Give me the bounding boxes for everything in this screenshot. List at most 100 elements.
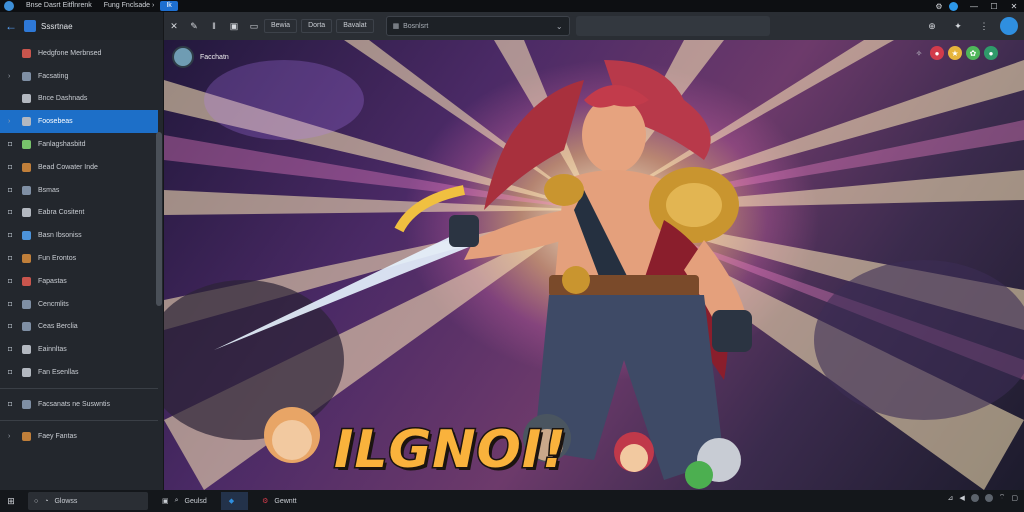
search-placeholder: Bosnlsrt xyxy=(403,22,429,30)
sidebar-item-label: Fan Esenllas xyxy=(38,369,79,377)
start-icon[interactable]: ⊞ xyxy=(0,490,22,512)
sidebar-item[interactable]: ◘ Ceas Berclia xyxy=(0,316,158,339)
notification-dot[interactable] xyxy=(970,493,979,502)
taskbar-item-2[interactable]: ◆ xyxy=(220,492,249,510)
volume-icon[interactable]: ◀ xyxy=(959,494,964,502)
close-icon[interactable]: ✕ xyxy=(1004,0,1024,12)
sidebar-item-label: Facsanats ne Suswntis xyxy=(38,400,110,408)
sidebar-item[interactable]: Hedgfone Merbnsed xyxy=(0,42,158,65)
sidebar-item[interactable]: ◘ Fan Esenllas xyxy=(0,361,158,384)
share-icon[interactable]: ⊕ xyxy=(922,16,942,36)
shield-icon: ◘ xyxy=(8,141,13,149)
title-tab-3[interactable]: Ik xyxy=(160,1,178,11)
shield-icon: ◘ xyxy=(8,277,13,285)
sidebar-item[interactable]: ◘ Eainnltas xyxy=(0,338,158,361)
address-field[interactable] xyxy=(575,16,770,36)
extension-icon[interactable]: ✦ xyxy=(948,16,968,36)
search-dropdown[interactable]: ▦ Bosnlsrt ⌄ xyxy=(385,16,570,36)
sidebar-scrollbar[interactable] xyxy=(156,132,162,306)
record-icon[interactable]: ● xyxy=(930,46,944,60)
notification-icon[interactable] xyxy=(949,1,958,11)
leaf-icon[interactable]: ✿ xyxy=(966,46,980,60)
avatar[interactable] xyxy=(1000,17,1018,35)
image-icon[interactable]: ▣ xyxy=(224,16,244,36)
shield-icon: ◘ xyxy=(8,255,13,263)
shield-icon: ◘ xyxy=(8,300,13,308)
title-tab-2[interactable]: Fung Fnclsade › xyxy=(98,1,161,11)
search-icon: ○ xyxy=(34,497,39,505)
status-dot[interactable] xyxy=(984,493,993,502)
settings-icon[interactable]: ⚙ xyxy=(929,0,949,12)
maximize-icon[interactable]: ☐ xyxy=(984,0,1004,12)
sidebar-item-label: Eabra Cositent xyxy=(38,209,85,217)
sidebar-list: Hedgfone Merbnsed › Facsating Bnce Dashna… xyxy=(0,42,158,448)
image-icon xyxy=(22,254,31,264)
banner-image: Facchatn ✧ ● ★ ✿ ● ILGNOI! xyxy=(164,40,1024,490)
sidebar-item[interactable]: ◘ Fapastas xyxy=(0,270,158,293)
shield-icon: ◘ xyxy=(8,232,13,240)
search-icon: ⌕ xyxy=(174,497,179,504)
cortana-icon: ◔ xyxy=(44,497,49,505)
sidebar-item[interactable]: ◘ Facsanats ne Suswntis xyxy=(0,393,158,416)
chevron-down-icon: ⌄ xyxy=(555,21,563,31)
wand-icon[interactable]: ✧ xyxy=(912,46,926,60)
sidebar-item[interactable]: › Faey Fantas xyxy=(0,425,158,448)
taskbar-item-1[interactable]: ▣ ⌕ Geulsd xyxy=(154,492,215,510)
sidebar-item[interactable]: ◘ Cencmlits xyxy=(0,293,158,316)
sidebar-item[interactable]: ◘ Basn Ibsoniss xyxy=(0,224,158,247)
taskbar-item-3[interactable]: ⚙ Gewntt xyxy=(254,492,304,510)
sidebar-item[interactable]: Bnce Dashnads xyxy=(0,88,158,111)
title-tab-1[interactable]: Bnse Dasrt Eitflnrenk xyxy=(20,1,98,11)
creator-avatar[interactable] xyxy=(172,46,194,68)
sidebar-item-label: Cencmlits xyxy=(38,300,69,308)
system-tray: ⊿ ◀ ⌔ ▢ xyxy=(948,493,1018,502)
taskbar-search[interactable]: ○ ◔ Glowss xyxy=(28,492,148,510)
image-icon xyxy=(22,345,31,355)
shield-icon: ◘ xyxy=(8,400,13,408)
back-arrow-icon[interactable]: ← xyxy=(4,19,18,33)
toolbar-button-2[interactable]: Dorta xyxy=(301,19,333,33)
image-icon xyxy=(22,231,31,241)
shield-icon: ◘ xyxy=(8,163,13,171)
wifi-icon[interactable]: ⌔ xyxy=(999,493,1006,502)
creator-badge[interactable]: Facchatn xyxy=(172,46,229,68)
toolbar-button-3[interactable]: Bavalat xyxy=(336,19,374,33)
sidebar-item[interactable]: ◘ Bead Cowater Inde xyxy=(0,156,158,179)
sidebar-item-selected[interactable]: › Foosebeas xyxy=(0,110,158,134)
chat-icon[interactable]: ● xyxy=(984,46,998,60)
folder-icon xyxy=(22,48,31,58)
sidebar-item[interactable]: › Facsating xyxy=(0,65,158,88)
sidebar-item[interactable]: ◘ Bsmas xyxy=(0,179,158,202)
hero-character xyxy=(214,60,752,489)
sidebar-item[interactable]: ◘ Fun Erontos xyxy=(0,247,158,270)
image-icon xyxy=(22,322,31,332)
image-icon xyxy=(22,399,31,409)
chat-icon[interactable]: ▢ xyxy=(1011,494,1018,502)
taskbar: ⊞ ○ ◔ Glowss ▣ ⌕ Geulsd ◆ ⚙ Gewntt ⊿ ◀ ⌔ ▢ xyxy=(0,490,1024,512)
sidebar-item-label: Hedgfone Merbnsed xyxy=(38,49,102,57)
chevron-right-icon: › xyxy=(8,72,11,80)
image-icon xyxy=(22,368,31,378)
tools-icon[interactable]: ✕ xyxy=(164,16,184,36)
network-icon[interactable]: ⊿ xyxy=(948,494,954,502)
sidebar-divider xyxy=(0,419,158,421)
toolbar-button-1[interactable]: Bewia xyxy=(264,19,298,33)
menu-icon[interactable]: ⋮ xyxy=(974,16,994,36)
creator-name: Facchatn xyxy=(200,53,229,61)
sidebar: ← Sssrtnae Hedgfone Merbnsed › Facsating … xyxy=(0,12,164,490)
star-icon[interactable]: ★ xyxy=(948,46,962,60)
sidebar-item-label: Ceas Berclia xyxy=(38,323,78,331)
sidebar-item-label: Bead Cowater Inde xyxy=(38,163,98,171)
folder-icon xyxy=(22,431,31,441)
window-icon[interactable]: ▭ xyxy=(244,16,264,36)
brush-icon[interactable]: ✎ xyxy=(184,16,204,36)
taskbar-item-label: Geulsd xyxy=(184,497,207,505)
sidebar-item[interactable]: ◘ Eabra Cositent xyxy=(0,202,158,225)
sidebar-item[interactable]: ◘ Fanlagshasbitd xyxy=(0,133,158,156)
taskbar-item-label: Gewntt xyxy=(274,497,297,505)
sidebar-title: Sssrtnae xyxy=(41,21,73,31)
pause-icon[interactable]: ǁ xyxy=(204,16,224,36)
sidebar-item-label: Fun Erontos xyxy=(38,255,77,263)
sidebar-item-label: Fanlagshasbitd xyxy=(38,141,86,149)
minimize-icon[interactable]: — xyxy=(964,0,984,12)
